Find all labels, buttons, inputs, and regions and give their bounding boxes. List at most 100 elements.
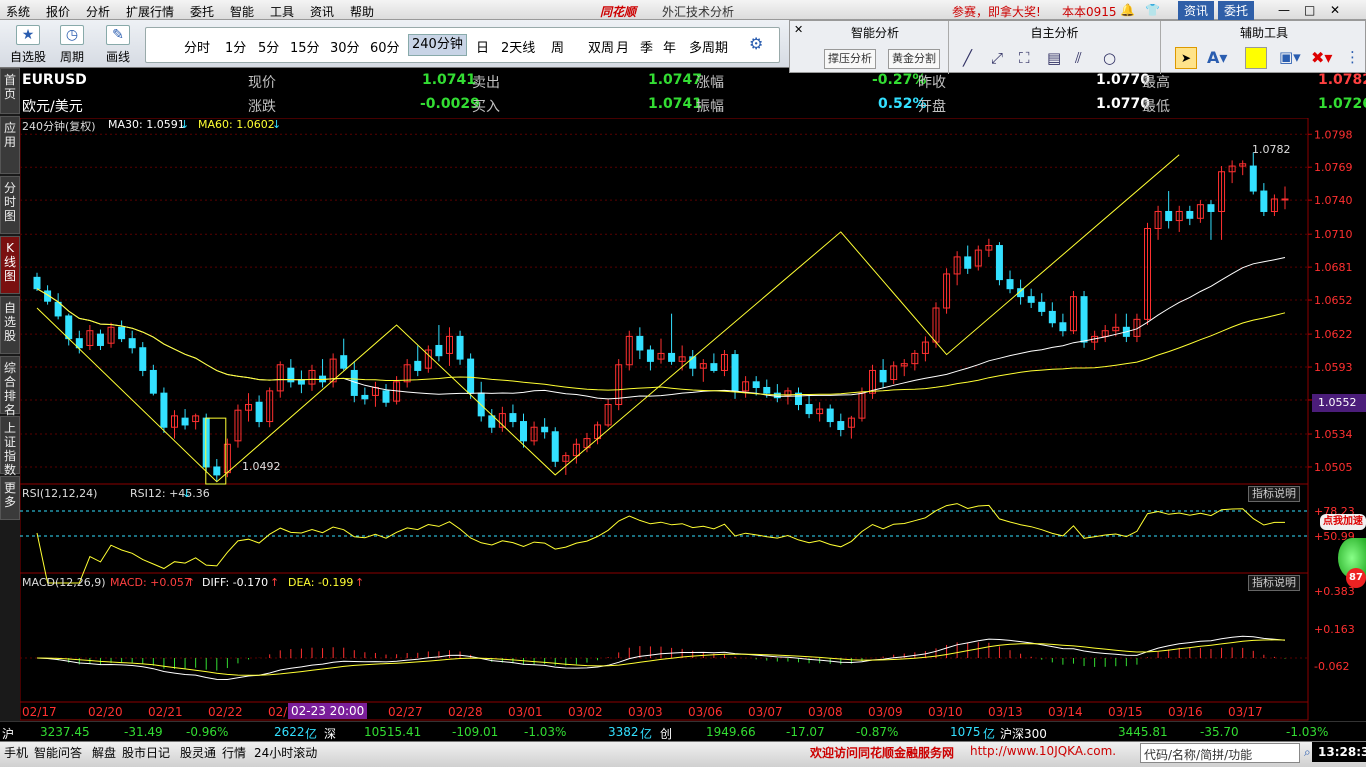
- rsi-help-button[interactable]: 指标说明: [1248, 486, 1300, 502]
- menu-trade[interactable]: 委托: [190, 3, 214, 20]
- tab-kline[interactable]: K线图: [0, 236, 20, 294]
- kline-chart[interactable]: 1.0798 1.0769 1.0740 1.0710 1.0681 1.0652 1.06…: [20, 118, 1366, 721]
- cursor-icon[interactable]: ➤: [1175, 47, 1197, 69]
- news-button[interactable]: 资讯: [1178, 1, 1215, 20]
- cycle-button[interactable]: ◷ 周期: [52, 23, 92, 67]
- menu-smart[interactable]: 智能: [230, 3, 254, 20]
- candle-body: [646, 349, 654, 362]
- close-icon[interactable]: ✕: [1330, 3, 1340, 17]
- channel-tool-icon[interactable]: ▤: [1047, 49, 1061, 67]
- tab-home[interactable]: 首页: [0, 68, 20, 114]
- low-mark-label: 1.0492: [242, 460, 281, 473]
- period-year[interactable]: 年: [663, 37, 676, 56]
- prev-label: 昨收: [918, 75, 946, 91]
- speedup-count-badge[interactable]: 87: [1346, 568, 1366, 588]
- menu-help[interactable]: 帮助: [350, 3, 374, 20]
- tab-watchlist[interactable]: 自选股: [0, 296, 20, 354]
- bottom-review[interactable]: 解盘: [92, 744, 116, 761]
- draw-button[interactable]: ✎ 画线: [98, 23, 138, 67]
- period-quarter[interactable]: 季: [640, 37, 653, 56]
- candle-body: [509, 413, 517, 423]
- tab-timeshare[interactable]: 分时图: [0, 176, 20, 234]
- menu-analysis[interactable]: 分析: [86, 3, 110, 20]
- parallel-tool-icon[interactable]: ⫽: [1075, 49, 1082, 67]
- period-2week[interactable]: 双周: [588, 37, 614, 56]
- rect-tool-icon[interactable]: ⛶: [1019, 49, 1030, 67]
- bottom-24h-scroll[interactable]: 24小时滚动: [254, 744, 317, 761]
- cursor-date-tag: 02-23 20:00: [288, 703, 368, 719]
- more-tools-icon[interactable]: ⋮: [1345, 48, 1360, 66]
- menu-system[interactable]: 系统: [6, 3, 30, 20]
- bottom-diary[interactable]: 股市日记: [122, 744, 170, 761]
- period-2day[interactable]: 2天线: [501, 37, 535, 56]
- color-swatch[interactable]: [1245, 47, 1267, 69]
- candle-body: [710, 363, 718, 371]
- macd-axis-label: -0.062: [1314, 660, 1349, 673]
- bottom-mobile[interactable]: 手机: [4, 744, 28, 761]
- tab-sh-index[interactable]: 上证指数: [0, 416, 20, 477]
- restore-icon[interactable]: □: [1304, 3, 1315, 17]
- sz-label[interactable]: 深: [324, 725, 336, 742]
- menu-tools[interactable]: 工具: [270, 3, 294, 20]
- tab-ranking[interactable]: 综合排名: [0, 356, 20, 417]
- period-5m[interactable]: 5分: [258, 37, 279, 56]
- period-tick[interactable]: 分时: [184, 37, 210, 56]
- price-axis-label: 1.0681: [1314, 261, 1353, 274]
- golden-section-button[interactable]: 黄金分割: [888, 49, 940, 69]
- hs300-label[interactable]: 沪深300: [1000, 725, 1047, 742]
- period-day[interactable]: 日: [476, 37, 489, 56]
- cy-label[interactable]: 创: [660, 725, 672, 742]
- menu-quote[interactable]: 报价: [46, 3, 70, 20]
- candle-body: [1260, 190, 1268, 212]
- bottom-quote[interactable]: 行情: [222, 744, 246, 761]
- menu-ext-quote[interactable]: 扩展行情: [126, 3, 174, 20]
- period-30m[interactable]: 30分: [330, 37, 360, 56]
- trade-button[interactable]: 委托: [1218, 1, 1255, 20]
- chart-canvas[interactable]: 1.0798 1.0769 1.0740 1.0710 1.0681 1.0652 1.06…: [20, 118, 1366, 721]
- delete-draw-icon[interactable]: ✖▾: [1311, 48, 1332, 67]
- search-icon[interactable]: ⌕: [1304, 745, 1311, 760]
- index-status-bar: 沪 3237.45 -31.49 -0.96% 2622 亿 深 10515.4…: [0, 721, 1366, 741]
- high-mark-label: 1.0782: [1252, 143, 1291, 156]
- pencil-icon: ✎: [106, 25, 130, 45]
- cy-unit: 亿: [983, 727, 996, 741]
- period-1m[interactable]: 1分: [225, 37, 246, 56]
- period-240m[interactable]: 240分钟: [408, 34, 467, 56]
- tab-more[interactable]: 更多: [0, 476, 20, 520]
- bottom-stock-spirit[interactable]: 股灵通: [180, 744, 216, 761]
- candle-body: [1186, 210, 1194, 219]
- candle-body: [1165, 210, 1173, 222]
- line-tool-icon[interactable]: ╱: [963, 49, 972, 67]
- watchlist-button[interactable]: ★ 自选股: [6, 23, 50, 67]
- period-60m[interactable]: 60分: [370, 37, 400, 56]
- period-15m[interactable]: 15分: [290, 37, 320, 56]
- website-link[interactable]: http://www.10JQKA.com.: [970, 744, 1116, 758]
- tab-apps[interactable]: 应用: [0, 116, 20, 174]
- sh-label[interactable]: 沪: [2, 725, 14, 742]
- welcome-text: 欢迎访问同花顺金融服务网: [810, 746, 955, 760]
- date-axis-label: 02/20: [88, 705, 123, 719]
- period-month[interactable]: 月: [616, 37, 629, 56]
- period-week[interactable]: 周: [551, 37, 564, 56]
- version-text[interactable]: 本本0915: [1062, 3, 1117, 20]
- support-resistance-button[interactable]: 撑压分析: [824, 49, 876, 69]
- settings-gear-icon[interactable]: ⚙: [749, 34, 763, 53]
- candle-body: [964, 256, 972, 269]
- macd-help-button[interactable]: 指标说明: [1248, 575, 1300, 591]
- bottom-smart-qa[interactable]: 智能问答: [34, 744, 82, 761]
- circle-tool-icon[interactable]: ○: [1103, 49, 1116, 67]
- minimize-icon[interactable]: —: [1278, 3, 1290, 17]
- menu-news[interactable]: 资讯: [310, 3, 334, 20]
- shirt-icon[interactable]: 👕: [1145, 3, 1160, 17]
- candle-body: [1207, 204, 1215, 212]
- text-tool-icon[interactable]: A▾: [1207, 48, 1227, 67]
- bell-icon[interactable]: 🔔: [1120, 3, 1135, 17]
- search-input[interactable]: 代码/名称/简拼/功能: [1140, 743, 1300, 763]
- period-multi[interactable]: 多周期: [689, 37, 728, 56]
- date-axis-label: 02/22: [208, 705, 243, 719]
- speedup-badge[interactable]: 点我加速: [1320, 514, 1366, 530]
- ray-tool-icon[interactable]: ⤢: [991, 49, 1003, 67]
- promo-text[interactable]: 参赛，即拿大奖!: [952, 3, 1041, 20]
- clock-time: 13:28:34: [1312, 742, 1366, 762]
- save-draw-icon[interactable]: ▣▾: [1279, 48, 1301, 66]
